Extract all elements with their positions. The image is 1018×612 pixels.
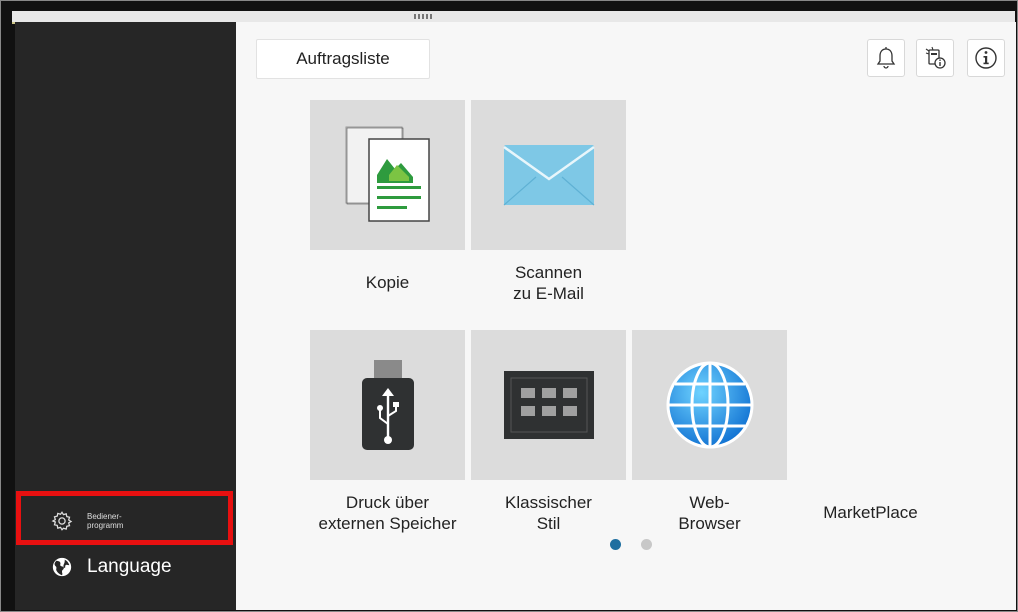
web-browser-label-line1: Web- <box>689 493 730 512</box>
device-info-button[interactable] <box>916 39 954 77</box>
device-screen-frame: Bediener- programm Language Auftragslist… <box>0 0 1018 612</box>
classic-keypad-icon <box>503 370 595 440</box>
print-external-memory-label-line1: Druck über <box>345 493 430 512</box>
scan-to-email-label: Scannen zu E-Mail <box>471 262 626 304</box>
bell-icon <box>875 46 897 70</box>
web-browser-label-line2: Browser <box>678 514 741 533</box>
job-list-button[interactable]: Auftragsliste <box>256 39 430 79</box>
usb-drive-icon <box>360 358 416 452</box>
scan-to-email-label-line1: Scannen <box>514 263 583 282</box>
info-icon <box>974 46 998 70</box>
admin-program-highlight <box>16 491 233 545</box>
web-browser-label: Web- Browser <box>632 492 787 534</box>
page-dot-active[interactable] <box>610 539 621 550</box>
device-info-icon <box>923 45 947 71</box>
main-home-panel: Auftragsliste Kopie Scannen zu E-Mail Dr… <box>236 22 1016 610</box>
print-external-memory-tile[interactable] <box>310 330 465 480</box>
scan-to-email-tile[interactable] <box>471 100 626 250</box>
copy-label: Kopie <box>365 273 410 292</box>
copy-tile[interactable] <box>310 100 465 250</box>
print-external-memory-label-line2: externen Speicher <box>318 514 457 533</box>
globe-icon <box>665 360 755 450</box>
copy-icon <box>343 123 433 227</box>
email-envelope-icon <box>502 144 595 206</box>
classic-style-label-line1: Klassischer <box>505 493 592 512</box>
marketplace-button[interactable]: MarketPlace <box>793 502 948 523</box>
info-button[interactable] <box>967 39 1005 77</box>
classic-style-label-line2: Stil <box>536 514 561 533</box>
grip-handle <box>414 14 432 19</box>
web-browser-tile[interactable] <box>632 330 787 480</box>
language-button[interactable]: Language <box>15 542 236 592</box>
language-label: Language <box>87 556 172 577</box>
globe-language-icon <box>51 556 73 578</box>
print-external-memory-label: Druck über externen Speicher <box>298 492 477 534</box>
notification-button[interactable] <box>867 39 905 77</box>
page-dot-inactive[interactable] <box>641 539 652 550</box>
classic-style-tile[interactable] <box>471 330 626 480</box>
classic-style-label: Klassischer Stil <box>471 492 626 534</box>
scan-to-email-label-line2: zu E-Mail <box>513 284 584 303</box>
